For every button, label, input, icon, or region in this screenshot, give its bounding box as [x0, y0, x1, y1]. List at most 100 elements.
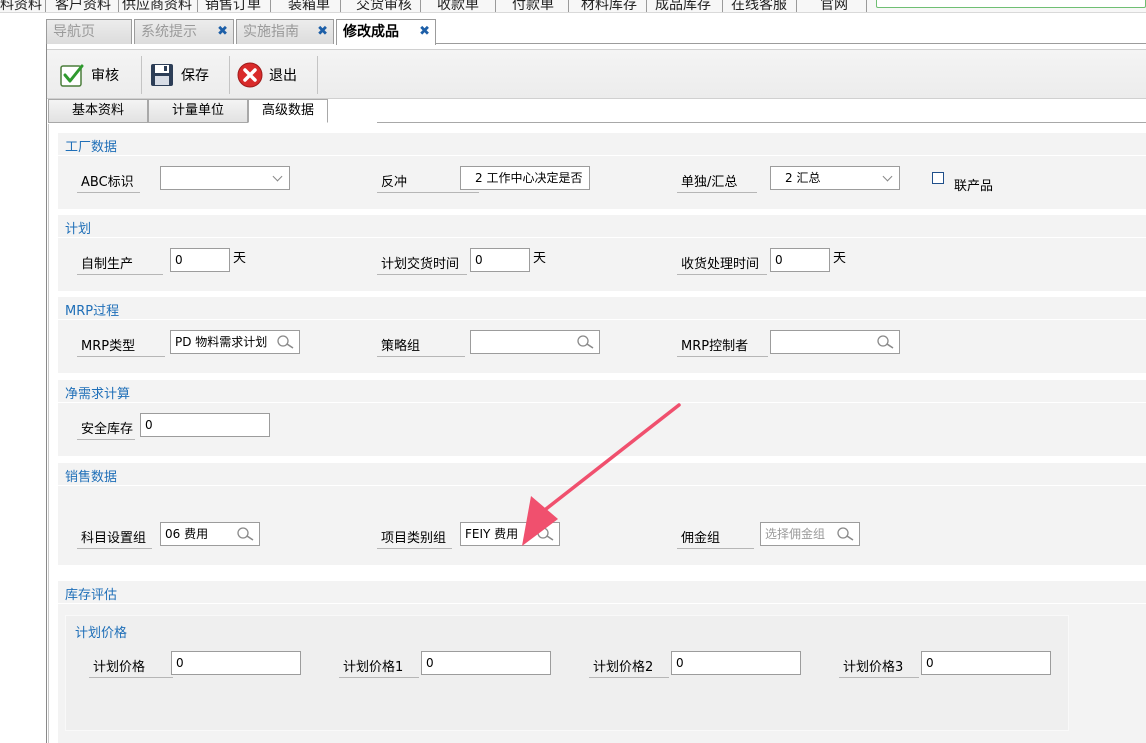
- section-divider: [58, 155, 1146, 156]
- account-group-lookup[interactable]: 06 费用: [160, 522, 260, 546]
- menu-separator: [722, 0, 723, 12]
- individual-collective-select[interactable]: 2 汇总: [770, 166, 900, 190]
- toolbar-separator: [141, 56, 142, 94]
- planned-price-3-input[interactable]: 0: [921, 651, 1051, 675]
- planned-price-2-input[interactable]: 0: [671, 651, 801, 675]
- tab-units[interactable]: 计量单位: [148, 99, 248, 123]
- tab-label: 导航页: [53, 24, 95, 40]
- top-search-box[interactable]: [876, 0, 1146, 8]
- safety-stock-label: 安全库存: [77, 418, 136, 440]
- menu-item-materials[interactable]: 料资料: [0, 0, 42, 12]
- unit-day: 天: [833, 251, 847, 266]
- search-icon[interactable]: [535, 526, 555, 542]
- safety-stock-input[interactable]: 0: [140, 413, 270, 437]
- menu-item-online-service[interactable]: 在线客服: [731, 0, 787, 12]
- menu-item-suppliers[interactable]: 供应商资料: [122, 0, 192, 12]
- inhouse-production-input[interactable]: 0: [170, 248, 230, 272]
- abc-label: ABC标识: [77, 171, 140, 193]
- toolbar: 审核 保存 退出: [47, 49, 1146, 99]
- sub-tabs: 基本资料 计量单位 高级数据: [48, 99, 1146, 123]
- sub-tab-border: [377, 122, 1146, 123]
- commission-group-lookup[interactable]: 选择佣金组: [760, 522, 860, 546]
- tab-system-tips[interactable]: 系统提示 ✖: [134, 19, 234, 44]
- save-label: 保存: [181, 68, 209, 84]
- search-icon[interactable]: [275, 334, 295, 350]
- planned-price-3-label: 计划价格3: [839, 656, 920, 678]
- menu-separator: [646, 0, 647, 12]
- tab-strip-border: [436, 43, 1146, 44]
- tab-basic-info[interactable]: 基本资料: [48, 99, 148, 123]
- menu-separator: [495, 0, 496, 12]
- unit-day: 天: [233, 251, 247, 266]
- planned-delivery-input[interactable]: 0: [470, 248, 530, 272]
- tab-navigation[interactable]: 导航页: [46, 19, 132, 44]
- save-button[interactable]: 保存: [149, 56, 209, 94]
- item-category-group-label: 项目类别组: [377, 527, 453, 549]
- mrp-type-lookup[interactable]: PD 物料需求计划: [170, 330, 300, 354]
- close-icon[interactable]: ✖: [217, 20, 228, 44]
- menu-item-packing-list[interactable]: 装箱单: [288, 0, 330, 12]
- tab-implementation-guide[interactable]: 实施指南 ✖: [236, 19, 334, 44]
- tab-modify-product[interactable]: 修改成品 ✖: [336, 19, 436, 45]
- unit-day: 天: [533, 251, 547, 266]
- planned-price-subsection: 计划价格 计划价格 0 计划价格1 0 计划价格2 0 计划价格3 0: [65, 615, 1069, 731]
- menu-separator: [118, 0, 119, 12]
- document-tabs: 导航页 系统提示 ✖ 实施指南 ✖ 修改成品 ✖: [46, 19, 1146, 45]
- section-divider: [58, 237, 1146, 238]
- close-icon: [237, 62, 263, 88]
- top-menu-bar: 料资料 客户资料 供应商资料 销售订单 装箱单 交货审核 收款单 付款单 材料库…: [0, 0, 1146, 13]
- search-icon[interactable]: [835, 526, 855, 542]
- menu-separator: [420, 0, 421, 12]
- search-icon[interactable]: [235, 526, 255, 542]
- toolbar-separator: [317, 56, 318, 94]
- backflush-select[interactable]: 2 工作中心决定是否: [460, 166, 590, 190]
- gr-processing-input[interactable]: 0: [770, 248, 830, 272]
- approve-button[interactable]: 审核: [59, 56, 119, 94]
- menu-item-delivery-review[interactable]: 交货审核: [356, 0, 412, 12]
- section-divider: [58, 603, 1146, 604]
- mrp-process-section: MRP过程 MRP类型 PD 物料需求计划 策略组 MRP控制者: [58, 297, 1146, 373]
- menu-item-payment[interactable]: 付款单: [512, 0, 554, 12]
- advanced-data-panel: 工厂数据 ABC标识 反冲 2 工作中心决定是否 单独/汇总 2 汇总 联产品 …: [48, 124, 1146, 743]
- tab-label: 系统提示: [141, 24, 197, 40]
- coproduct-checkbox[interactable]: [932, 172, 944, 184]
- menu-item-receipt[interactable]: 收款单: [437, 0, 479, 12]
- close-icon[interactable]: ✖: [419, 20, 430, 44]
- item-category-group-lookup[interactable]: FEIY 费用: [460, 522, 560, 546]
- menu-separator: [197, 0, 198, 12]
- approve-label: 审核: [91, 68, 119, 84]
- menu-item-customers[interactable]: 客户资料: [55, 0, 111, 12]
- search-icon[interactable]: [575, 334, 595, 350]
- menu-separator: [270, 0, 271, 12]
- individual-collective-label: 单独/汇总: [677, 171, 758, 193]
- abc-select[interactable]: [160, 166, 290, 190]
- planned-delivery-label: 计划交货时间: [377, 253, 468, 275]
- search-icon[interactable]: [875, 334, 895, 350]
- tab-label: 计量单位: [171, 103, 224, 118]
- tab-label: 修改成品: [343, 24, 399, 40]
- menu-item-product-stock[interactable]: 成品库存: [655, 0, 711, 12]
- menu-separator: [866, 0, 867, 12]
- subsection-title: 计划价格: [75, 626, 128, 641]
- exit-button[interactable]: 退出: [237, 56, 297, 94]
- planned-price-1-input[interactable]: 0: [421, 651, 551, 675]
- menu-item-material-stock[interactable]: 材料库存: [581, 0, 637, 12]
- section-divider: [58, 402, 1146, 403]
- backflush-label: 反冲: [377, 171, 480, 193]
- section-title: 计划: [65, 222, 92, 237]
- menu-item-sales-order[interactable]: 销售订单: [205, 0, 261, 12]
- close-icon[interactable]: ✖: [317, 20, 328, 44]
- factory-data-section: 工厂数据 ABC标识 反冲 2 工作中心决定是否 单独/汇总 2 汇总 联产品: [58, 133, 1146, 209]
- menu-separator: [45, 0, 46, 12]
- strategy-group-label: 策略组: [377, 335, 466, 357]
- tab-advanced-data[interactable]: 高级数据: [248, 99, 328, 123]
- section-title: 净需求计算: [65, 387, 131, 402]
- mrp-controller-lookup[interactable]: [770, 330, 900, 354]
- strategy-group-lookup[interactable]: [470, 330, 600, 354]
- coproduct-label: 联产品: [954, 179, 994, 194]
- menu-item-website[interactable]: 官网: [820, 0, 848, 12]
- toolbar-separator: [229, 56, 230, 94]
- inventory-valuation-section: 库存评估 计划价格 计划价格 0 计划价格1 0 计划价格2 0 计划价格3 0: [58, 581, 1146, 743]
- planned-price-input[interactable]: 0: [171, 651, 301, 675]
- sales-data-section: 销售数据 科目设置组 06 费用 项目类别组 FEIY 费用 佣金组 选择佣金组: [58, 463, 1146, 565]
